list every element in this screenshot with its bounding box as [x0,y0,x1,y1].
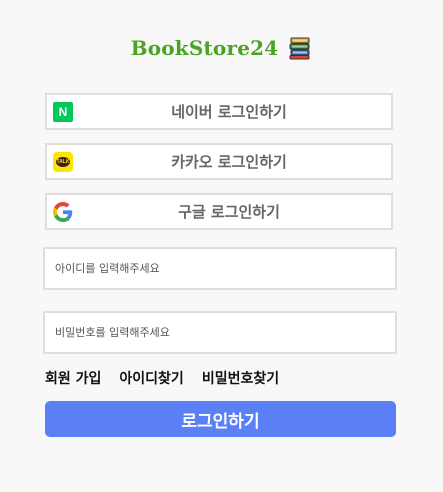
google-login-button[interactable]: 구글 로그인하기 [45,193,393,230]
naver-login-button[interactable]: N 네이버 로그인하기 [45,93,393,130]
brand-header: BookStore24 [0,36,443,60]
find-password-link[interactable]: 비밀번호찾기 [202,368,279,388]
find-id-link[interactable]: 아이디찾기 [119,368,183,388]
brand-title: BookStore24 [130,36,279,60]
kakao-login-button[interactable]: TALK 카카오 로그인하기 [45,143,393,180]
login-button[interactable]: 로그인하기 [45,401,396,437]
userid-input[interactable] [43,247,397,290]
naver-login-label: 네이버 로그인하기 [171,103,287,121]
kakao-login-label: 카카오 로그인하기 [171,153,287,171]
books-icon [288,36,312,60]
password-input[interactable] [43,311,397,354]
account-links: 회원 가입 아이디찾기 비밀번호찾기 [45,368,279,388]
signup-link[interactable]: 회원 가입 [45,368,101,388]
google-login-label: 구글 로그인하기 [178,203,280,221]
